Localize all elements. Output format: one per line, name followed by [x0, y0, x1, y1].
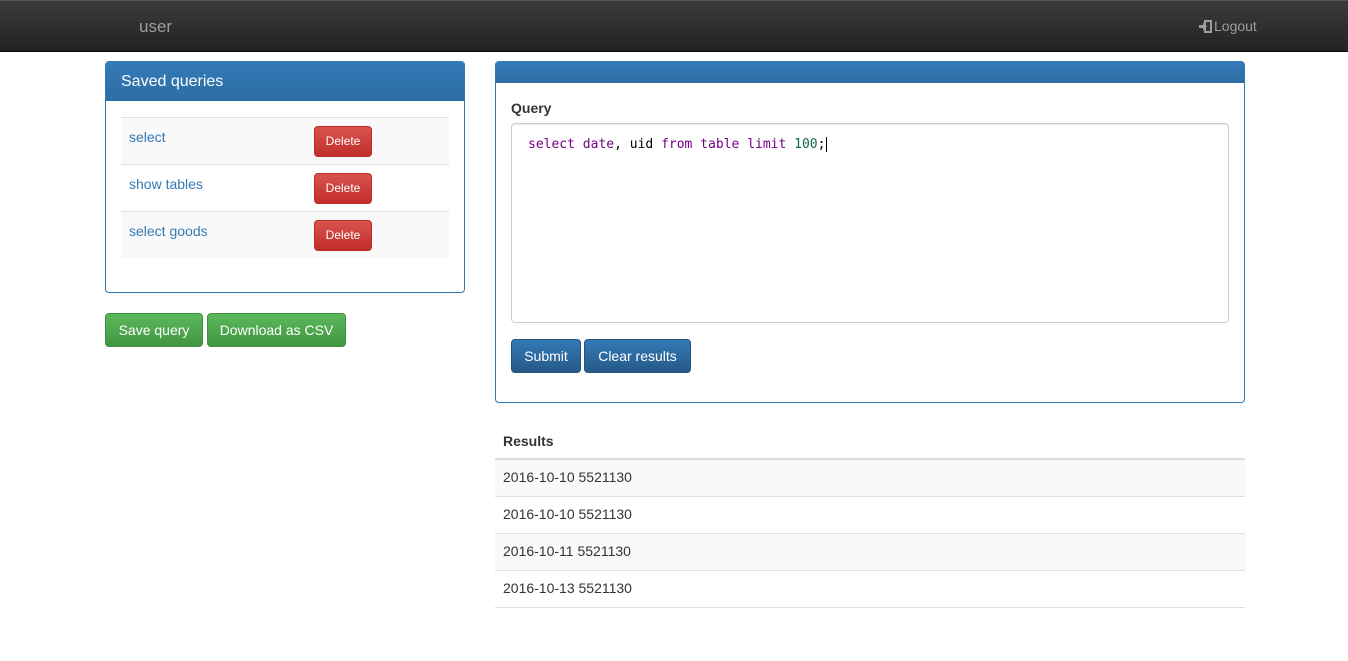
editor-token: ; [817, 137, 826, 152]
text-cursor [826, 137, 828, 152]
saved-query-row: select Delete [121, 118, 449, 165]
editor-token: date [574, 137, 615, 152]
editor-token: select [528, 137, 575, 152]
editor-token: , uid [614, 137, 662, 152]
editor-token: from [661, 137, 693, 152]
download-csv-button[interactable]: Download as CSV [207, 313, 346, 347]
delete-button[interactable]: Delete [314, 220, 372, 251]
saved-query-row: show tables Delete [121, 165, 449, 212]
editor-token: limit [747, 137, 787, 152]
query-editor[interactable]: select date, uid from table limit 100; [511, 123, 1229, 323]
logout-link[interactable]: Logout [1198, 18, 1257, 34]
saved-queries-table: select Delete show tables Delete select … [121, 117, 449, 258]
saved-query-link[interactable]: show tables [129, 176, 203, 192]
result-row: 2016-10-13 5521130 [495, 571, 1245, 608]
saved-queries-title: Saved queries [121, 73, 224, 90]
log-in-icon [1199, 19, 1212, 33]
editor-token [786, 137, 794, 152]
delete-button[interactable]: Delete [314, 126, 372, 157]
editor-token: 100 [794, 137, 818, 152]
saved-queries-panel: Saved queries select Delete show tables … [105, 61, 465, 293]
saved-query-link[interactable]: select goods [129, 223, 208, 239]
result-row: 2016-10-11 5521130 [495, 534, 1245, 571]
query-panel-heading [496, 62, 1244, 83]
delete-button[interactable]: Delete [314, 173, 372, 204]
result-row: 2016-10-10 5521130 [495, 497, 1245, 534]
saved-query-row: select goods Delete [121, 212, 449, 258]
clear-results-button[interactable]: Clear results [584, 339, 691, 373]
logout-label: Logout [1214, 18, 1257, 34]
navbar-brand[interactable]: user [139, 17, 172, 37]
editor-line: select date, uid from table limit 100; [528, 137, 828, 152]
results-body: 2016-10-10 5521130 2016-10-10 5521130 20… [495, 460, 1245, 608]
results-table: Results 2016-10-10 5521130 2016-10-10 55… [495, 423, 1245, 608]
query-label: Query [511, 100, 552, 116]
saved-query-link[interactable]: select [129, 129, 166, 145]
save-query-button[interactable]: Save query [105, 313, 203, 347]
submit-button[interactable]: Submit [511, 339, 581, 373]
navbar: user Logout [0, 0, 1348, 52]
results-header: Results [495, 423, 1245, 460]
result-row: 2016-10-10 5521130 [495, 460, 1245, 497]
saved-queries-heading: Saved queries [106, 62, 464, 101]
query-panel: Query select date, uid from table limit … [495, 61, 1245, 403]
editor-token: table [692, 137, 748, 152]
